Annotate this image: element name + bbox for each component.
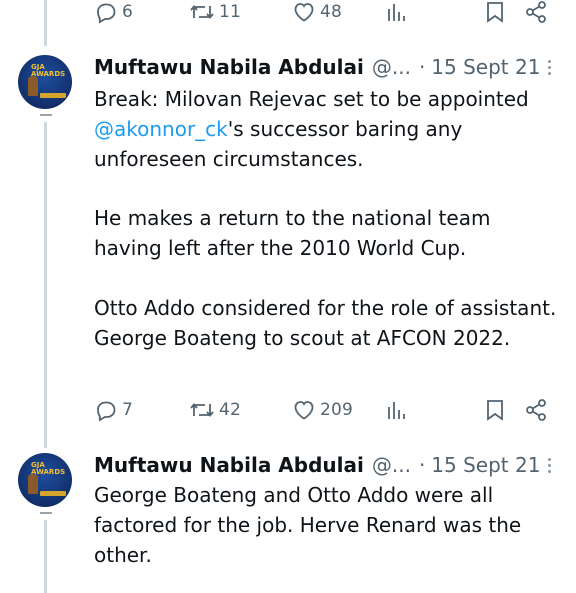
avatar-gold-bar — [40, 491, 66, 496]
author-handle[interactable]: @... — [372, 453, 411, 477]
tweet-text: Break: Milovan Rejevac set to be appoint… — [94, 84, 564, 174]
avatar-gold-bar — [40, 93, 66, 98]
reply-icon — [97, 3, 116, 24]
author-name[interactable]: Muftawu Nabila Abdulai — [94, 55, 364, 79]
top-action-row: 6 11 48 — [94, 0, 554, 30]
views-button[interactable] — [386, 398, 408, 422]
reply-button[interactable]: 6 — [94, 0, 133, 24]
share-icon — [526, 1, 546, 23]
reply-button[interactable]: 7 — [94, 398, 133, 422]
reply-icon — [97, 401, 116, 422]
retweet-icon — [190, 5, 214, 19]
retweet-count: 42 — [219, 400, 242, 420]
like-icon — [294, 401, 314, 420]
tweet-text: George Boateng and Otto Addo were all fa… — [94, 483, 528, 567]
thread-line-middle — [44, 122, 47, 448]
tweet-paragraph-3: Otto Addo considered for the role of ass… — [94, 296, 563, 350]
avatar[interactable]: GJA AWARDS — [18, 453, 72, 507]
share-button[interactable] — [524, 0, 548, 24]
reply-count: 7 — [122, 400, 134, 420]
thread-line-top — [44, 0, 47, 46]
views-icon — [388, 402, 405, 419]
views-icon — [388, 4, 405, 21]
tweet-header: Muftawu Nabila Abdulai @... · 15 Sept 21 — [94, 451, 556, 479]
retweet-icon — [190, 403, 214, 417]
reply-count: 6 — [122, 2, 134, 22]
tweet-header: Muftawu Nabila Abdulai @... · 15 Sept 21 — [94, 53, 556, 81]
more-icon[interactable] — [548, 60, 552, 78]
author-handle[interactable]: @... — [372, 55, 411, 79]
separator-dot: · — [418, 453, 426, 477]
avatar-figure — [28, 474, 38, 494]
like-button[interactable]: 209 — [292, 398, 353, 422]
like-button[interactable]: 48 — [292, 0, 342, 24]
retweet-button[interactable]: 42 — [189, 398, 241, 422]
bookmark-icon — [487, 400, 503, 421]
retweet-button[interactable]: 11 — [189, 0, 241, 24]
tweet-date[interactable]: 15 Sept 21 — [431, 453, 540, 477]
like-count: 209 — [320, 400, 354, 420]
like-icon — [294, 3, 314, 22]
share-button[interactable] — [524, 398, 548, 422]
tweet-date[interactable]: 15 Sept 21 — [431, 55, 540, 79]
thread-line-bottom — [44, 520, 47, 593]
avatar-figure — [28, 76, 38, 96]
more-icon[interactable] — [548, 458, 552, 476]
avatar-caption-mark — [40, 512, 52, 514]
tweet-paragraph-2: He makes a return to the national team h… — [94, 206, 497, 260]
like-count: 48 — [320, 2, 343, 22]
views-button[interactable] — [386, 0, 408, 24]
bookmark-button[interactable] — [485, 0, 505, 24]
retweet-count: 11 — [219, 2, 242, 22]
bookmark-icon — [487, 2, 503, 23]
avatar-caption-mark — [40, 114, 52, 116]
author-name[interactable]: Muftawu Nabila Abdulai — [94, 453, 364, 477]
tweet-text-part: Break: Milovan Rejevac set to be appoint… — [94, 87, 529, 111]
share-icon — [526, 399, 546, 421]
mention-link[interactable]: @akonnor_ck — [94, 117, 228, 141]
avatar[interactable]: GJA AWARDS — [18, 55, 72, 109]
bookmark-button[interactable] — [485, 398, 505, 422]
separator-dot: · — [418, 55, 426, 79]
tweet-action-row: 7 42 209 — [94, 398, 554, 428]
